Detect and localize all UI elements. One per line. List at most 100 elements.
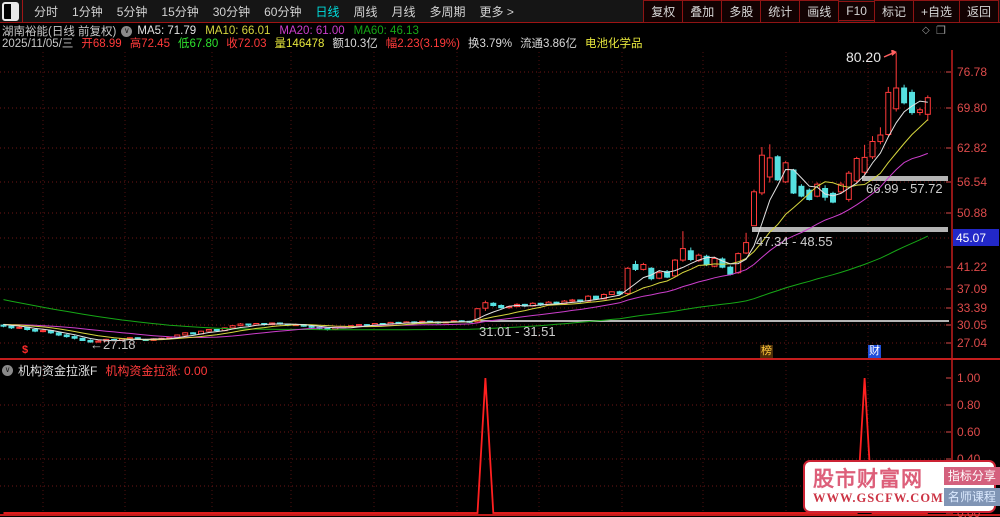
toolbar-button-复权[interactable]: 复权 <box>643 0 683 23</box>
toolbar-button-叠加[interactable]: 叠加 <box>682 0 722 23</box>
high-price-note: 80.20 <box>846 50 881 65</box>
candle-down <box>246 324 251 325</box>
candle-up <box>41 331 46 332</box>
candle-up <box>357 325 362 326</box>
candle-up <box>917 110 922 113</box>
watermark-box: 股市财富网 WWW.GSCFW.COM 指标分享 名师课程 <box>803 460 996 513</box>
candle-up <box>230 326 235 328</box>
candle-down <box>309 326 314 327</box>
quote-field: 流通3.86亿 <box>520 35 577 51</box>
gap-zone-bar <box>477 320 949 322</box>
period-tab-5分钟[interactable]: 5分钟 <box>110 3 155 20</box>
ma60-line <box>4 236 928 330</box>
price-axis-label: 33.39 <box>957 301 987 315</box>
candle-down <box>831 193 836 202</box>
period-tab-30分钟[interactable]: 30分钟 <box>206 3 257 20</box>
period-tab-日线[interactable]: 日线 <box>308 3 346 20</box>
quote-field: 低67.80 <box>178 35 218 51</box>
signal-axis-label: 0.60 <box>957 425 981 439</box>
candle-down <box>1 325 6 326</box>
quote-field: 额10.3亿 <box>332 35 377 51</box>
candle-up <box>657 273 662 279</box>
gap-zone-label: 66.99 - 57.72 <box>866 181 943 196</box>
toolbar-button-标记[interactable]: 标记 <box>874 0 914 23</box>
price-axis-label: 50.88 <box>957 206 987 220</box>
price-axis-label: 56.54 <box>957 175 987 189</box>
candle-down <box>688 251 693 260</box>
candle-down <box>728 267 733 274</box>
candle-down <box>799 186 804 196</box>
candle-up <box>925 98 930 115</box>
toolbar-button-统计[interactable]: 统计 <box>760 0 800 23</box>
candle-up <box>870 142 875 157</box>
gap-zone-bar <box>752 227 948 232</box>
period-toolbar: 分时1分钟5分钟15分钟30分钟60分钟日线周线月线多周期更多 > 复权叠加多股… <box>0 0 1000 23</box>
ma5-line <box>4 101 928 341</box>
collapse-chevron-icon[interactable]: ∨ <box>2 365 13 376</box>
indicator-name[interactable]: 机构资金拉涨F <box>18 362 97 379</box>
diamond-icon[interactable]: ◇ <box>922 25 930 36</box>
dragon-tiger-board-marker[interactable]: 榜 <box>760 345 773 358</box>
price-highlight-label: 45.07 <box>956 231 986 245</box>
candle-down <box>56 333 61 335</box>
quote-field: 开68.99 <box>81 35 121 51</box>
candle-up <box>854 159 859 181</box>
quote-field: 量146478 <box>275 35 325 51</box>
quote-field: 收72.03 <box>226 35 266 51</box>
candle-down <box>902 88 907 103</box>
watermark-badge-teacher-course: 名师课程 <box>944 488 1000 506</box>
period-tab-分时[interactable]: 分时 <box>27 3 65 20</box>
indicator-header: ∨ 机构资金拉涨F 机构资金拉涨: 0.00 <box>2 362 207 379</box>
candle-up <box>183 333 188 335</box>
main-candlestick-chart[interactable]: 76.7869.8062.8256.5450.8841.2237.0933.39… <box>0 50 1000 358</box>
high-note-arrow <box>884 53 893 57</box>
panel-separator[interactable] <box>0 358 1000 360</box>
candle-up <box>712 259 717 267</box>
period-tab-周线[interactable]: 周线 <box>346 3 384 20</box>
price-axis-label: 30.05 <box>957 318 987 332</box>
candle-up <box>878 135 883 142</box>
period-tab-1分钟[interactable]: 1分钟 <box>65 3 110 20</box>
candle-up <box>238 324 243 326</box>
candle-down <box>33 330 38 332</box>
candle-up <box>886 92 891 134</box>
period-tab-15分钟[interactable]: 15分钟 <box>154 3 205 20</box>
period-tab-月线[interactable]: 月线 <box>385 3 423 20</box>
toolbar-button-+自选[interactable]: +自选 <box>913 0 960 23</box>
toolbar-button-F10[interactable]: F10 <box>838 1 875 21</box>
signal-axis-label: 0.80 <box>957 398 981 412</box>
period-tab-60分钟[interactable]: 60分钟 <box>257 3 308 20</box>
maximize-pane-icon[interactable]: ❐ <box>936 24 946 37</box>
candle-up <box>680 249 685 261</box>
toolbar-button-返回[interactable]: 返回 <box>959 0 999 23</box>
candle-down <box>499 306 504 308</box>
watermark-badge-indicator-share: 指标分享 <box>944 467 1000 485</box>
candle-up <box>862 157 867 172</box>
period-tab-更多 >[interactable]: 更多 > <box>473 3 521 20</box>
layout-panes-icon[interactable] <box>2 2 19 21</box>
candle-down <box>9 326 14 328</box>
candle-up <box>17 327 22 328</box>
candle-up <box>767 158 772 177</box>
dollar-marker[interactable]: $ <box>22 344 28 356</box>
candle-down <box>491 303 496 305</box>
candle-up <box>744 243 749 253</box>
quote-field: 电池化学品 <box>585 35 643 51</box>
signal-axis-label: 1.00 <box>957 371 981 385</box>
indicator-value: 机构资金拉涨: 0.00 <box>105 362 207 379</box>
quote-date: 2025/11/05/三 <box>2 35 73 51</box>
toolbar-button-画线[interactable]: 画线 <box>799 0 839 23</box>
candle-down <box>594 296 599 299</box>
watermark-site-url: WWW.GSCFW.COM <box>813 491 944 505</box>
candle-up <box>894 88 899 109</box>
gap-zone-label: 47.34 - 48.55 <box>756 234 833 249</box>
toolbar-button-多股[interactable]: 多股 <box>721 0 761 23</box>
candle-up <box>673 260 678 276</box>
low-price-note: ←27.18 <box>90 337 136 352</box>
watermark-site-name: 股市财富网 <box>813 469 944 491</box>
price-axis-label: 76.78 <box>957 65 987 79</box>
financial-report-marker[interactable]: 财 <box>868 345 881 358</box>
signal-spike-line <box>4 378 928 513</box>
period-tab-多周期[interactable]: 多周期 <box>423 3 473 20</box>
quote-field: 换3.79% <box>468 35 512 51</box>
